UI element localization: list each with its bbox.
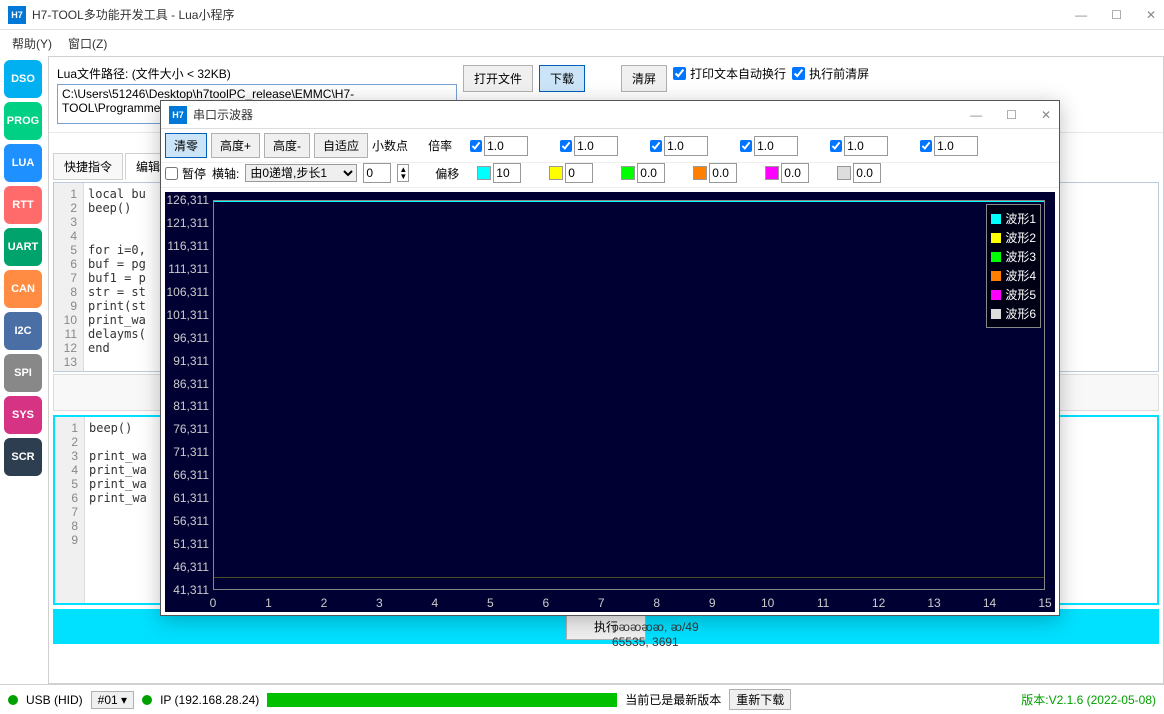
close-button[interactable]: ✕ [1146,8,1156,22]
scope-icon: H7 [169,106,187,124]
nav-dso[interactable]: DSO [4,60,42,98]
path-label: Lua文件路径: (文件大小 < 32KB) [57,65,457,82]
app-icon: H7 [8,6,26,24]
menubar: 帮助(Y) 窗口(Z) [0,30,1164,56]
nav-i2c[interactable]: I2C [4,312,42,350]
latest-label: 当前已是最新版本 [625,691,721,708]
redownload-button[interactable]: 重新下载 [729,689,791,710]
connection-label: USB (HID) [26,693,83,707]
ch3-ratio[interactable] [664,136,708,156]
ch2-ratio[interactable] [574,136,618,156]
code-gutter: 12345678910111213 [54,183,84,371]
minimize-button[interactable]: — [1075,8,1087,22]
nav-rtt[interactable]: RTT [4,186,42,224]
ch5-enable[interactable] [830,140,842,152]
ip-status-icon [142,695,152,705]
scope-close-button[interactable]: ✕ [1041,108,1051,122]
connection-status-icon [8,695,18,705]
decimals-label: 小数点 [372,137,408,154]
side-nav: DSO PROG LUA RTT UART CAN I2C SPI SYS SC… [0,56,48,480]
scope-title: 串口示波器 [193,106,970,123]
version-label: 版本:V2.1.6 (2022-05-08) [1021,691,1156,708]
nav-sys[interactable]: SYS [4,396,42,434]
app-title: H7-TOOL多功能开发工具 - Lua小程序 [32,6,1075,23]
ip-label: IP (192.168.28.24) [160,693,259,707]
ch5-ratio[interactable] [844,136,888,156]
ch1-swatch [477,166,491,180]
chart-plot-area [213,200,1045,590]
menu-help[interactable]: 帮助(Y) [8,33,56,54]
ch2-offset[interactable] [565,163,593,183]
menu-window[interactable]: 窗口(Z) [64,33,111,54]
fit-button[interactable]: 自适应 [314,133,368,158]
slot-select[interactable]: #01 ▾ [91,691,134,709]
main-titlebar: H7 H7-TOOL多功能开发工具 - Lua小程序 — ☐ ✕ [0,0,1164,30]
ch1-ratio[interactable] [484,136,528,156]
tab-quick[interactable]: 快捷指令 [53,153,123,180]
offset-label: 偏移 [435,165,459,182]
scope-minimize-button[interactable]: — [970,108,982,122]
status-bar: USB (HID) #01 ▾ IP (192.168.28.24) 当前已是最… [0,684,1164,714]
ch6-swatch [837,166,851,180]
wave-1-line [214,201,1044,202]
ch2-enable[interactable] [560,140,572,152]
ch1-offset[interactable] [493,163,521,183]
nav-scr[interactable]: SCR [4,438,42,476]
nav-spi[interactable]: SPI [4,354,42,392]
ch4-swatch [693,166,707,180]
clear-button[interactable]: 清屏 [621,65,667,92]
download-button[interactable]: 下载 [539,65,585,92]
maximize-button[interactable]: ☐ [1111,8,1122,22]
chart-legend: 波形1波形2波形3波形4波形5波形6 [986,204,1041,328]
scope-maximize-button[interactable]: ☐ [1006,108,1017,122]
zero-button[interactable]: 清零 [165,133,207,158]
ch6-ratio[interactable] [934,136,978,156]
ch1-enable[interactable] [470,140,482,152]
ch3-offset[interactable] [637,163,665,183]
decimal-spin[interactable] [363,163,391,183]
ch2-swatch [549,166,563,180]
ch3-enable[interactable] [650,140,662,152]
progress-bar [267,693,617,707]
wave-2-line [214,577,1044,578]
nav-can[interactable]: CAN [4,270,42,308]
ch3-swatch [621,166,635,180]
ch4-ratio[interactable] [754,136,798,156]
spin-buttons[interactable]: ▲▼ [397,164,409,182]
ch6-enable[interactable] [920,140,932,152]
ratio-label: 倍率 [428,137,452,154]
nav-lua[interactable]: LUA [4,144,42,182]
autowrap-checkbox[interactable]: 打印文本自动换行 [673,65,786,82]
ch4-offset[interactable] [709,163,737,183]
height-minus-button[interactable]: 高度- [264,133,310,158]
nav-prog[interactable]: PROG [4,102,42,140]
height-plus-button[interactable]: 高度+ [211,133,260,158]
ch5-offset[interactable] [781,163,809,183]
output-gutter: 123456789 [55,417,85,603]
open-file-button[interactable]: 打开文件 [463,65,533,92]
pause-checkbox[interactable]: 暂停 [165,165,206,182]
ch5-swatch [765,166,779,180]
xaxis-select[interactable]: 由0递增,步长1 [245,164,357,182]
scope-window: H7 串口示波器 — ☐ ✕ 清零 高度+ 高度- 自适应 小数点 倍率 暂停 … [160,100,1060,616]
nav-uart[interactable]: UART [4,228,42,266]
clearbefore-checkbox[interactable]: 执行前清屏 [792,65,869,82]
console-tail: ᴏᴔᴔᴔᴔ, ᴔ/49 65535, 3691 [612,620,699,650]
ch6-offset[interactable] [853,163,881,183]
scope-chart[interactable]: 126,311121,311116,311111,311106,311101,3… [165,192,1055,612]
ch4-enable[interactable] [740,140,752,152]
xaxis-label: 横轴: [212,165,239,182]
